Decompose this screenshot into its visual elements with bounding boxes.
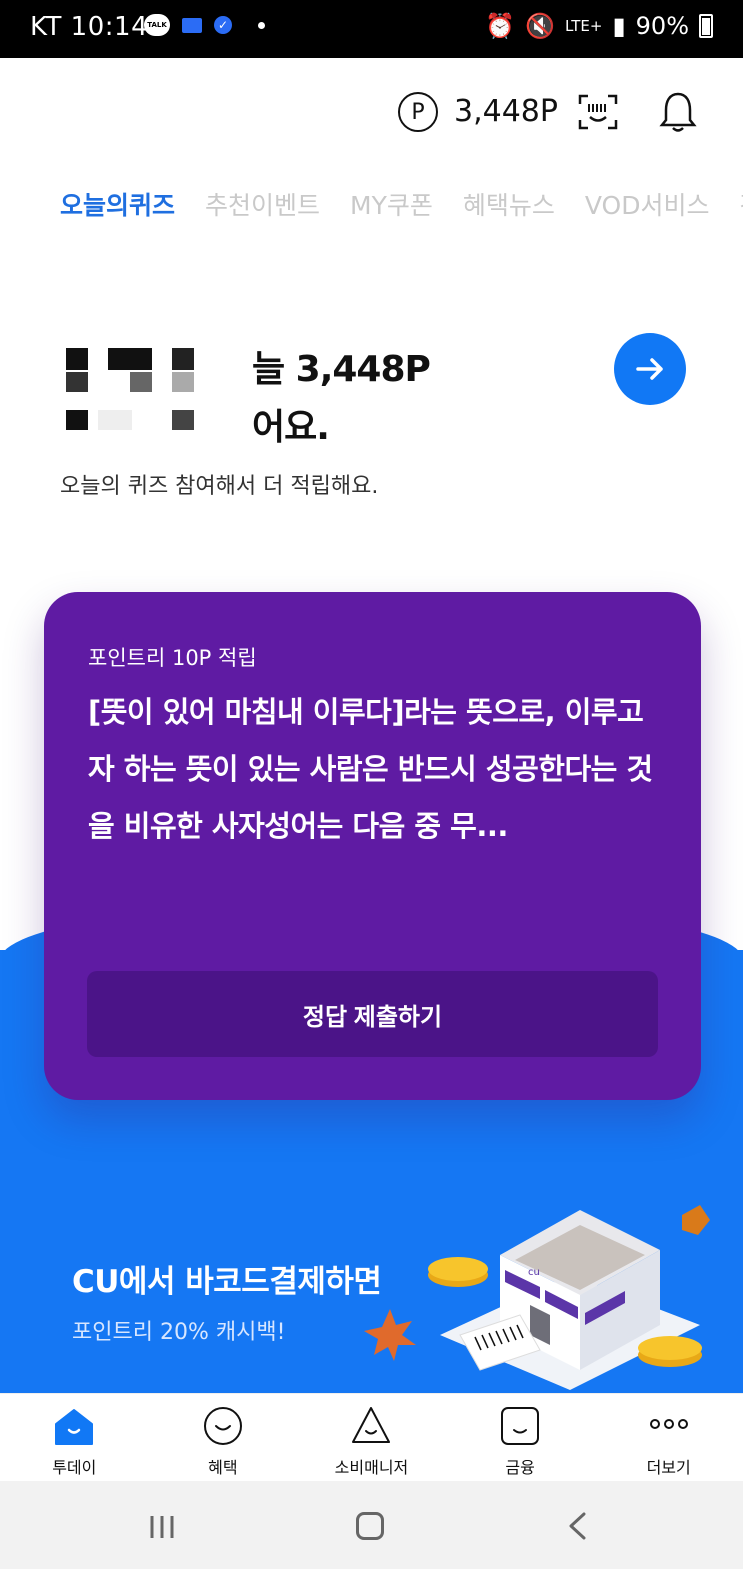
nav-label: 투데이 bbox=[52, 1458, 97, 1477]
redacted-name-mosaic bbox=[62, 338, 242, 438]
nav-today[interactable]: 투데이 bbox=[0, 1394, 149, 1481]
check-badge-icon: ✓ bbox=[214, 16, 232, 34]
summary-heading-line2: 어요. bbox=[252, 407, 330, 448]
recent-apps-icon[interactable] bbox=[148, 1514, 176, 1540]
vibrate-mute-icon: 🔇 bbox=[525, 12, 555, 40]
more-notifications-dot-icon bbox=[258, 21, 265, 29]
tab-today-quiz[interactable]: 오늘의퀴즈 bbox=[60, 186, 175, 222]
status-bar: KT 10:14 TALK ✓ ⏰ 🔇 LTE+ ▮ 90% bbox=[0, 0, 743, 58]
nav-benefit[interactable]: 혜택 bbox=[149, 1394, 298, 1481]
nav-label: 혜택 bbox=[208, 1458, 238, 1477]
maple-leaf-icon bbox=[364, 1309, 416, 1361]
summary-subtitle: 오늘의 퀴즈 참여해서 더 적립해요. bbox=[60, 474, 379, 499]
nav-label: 더보기 bbox=[646, 1458, 691, 1477]
smile-circle-icon bbox=[203, 1407, 242, 1445]
status-system-icons: ⏰ 🔇 LTE+ ▮ 90% bbox=[485, 12, 713, 40]
points-detail-arrow-button[interactable] bbox=[614, 333, 686, 405]
nav-label: 금융 bbox=[505, 1458, 535, 1477]
category-tabs: 오늘의퀴즈 추천이벤트 MY쿠폰 혜택뉴스 VOD서비스 간 bbox=[60, 186, 743, 222]
battery-icon bbox=[699, 14, 713, 38]
arrow-right-icon bbox=[636, 358, 663, 380]
quiz-reward-tag: 포인트리 10P 적립 bbox=[88, 646, 257, 670]
alarm-icon: ⏰ bbox=[485, 12, 516, 40]
barcode-scan-icon[interactable] bbox=[578, 94, 618, 130]
mail-icon bbox=[182, 17, 202, 33]
cu-store-illustration[interactable]: cu bbox=[420, 1195, 730, 1395]
signal-icon: ▮ bbox=[612, 12, 626, 40]
quiz-card: 포인트리 10P 적립 [뜻이 있어 마침내 이루다]라는 뜻으로, 이루고자 … bbox=[44, 592, 701, 1100]
status-carrier-time: KT 10:14 bbox=[30, 12, 149, 42]
nav-spending-manager[interactable]: 소비매니저 bbox=[297, 1394, 446, 1481]
square-face-icon bbox=[501, 1407, 540, 1445]
store-sign-label: cu bbox=[528, 1267, 540, 1278]
status-notification-icons: TALK ✓ bbox=[144, 14, 265, 36]
quiz-question[interactable]: [뜻이 있어 마침내 이루다]라는 뜻으로, 이루고자 하는 뜻이 있는 사람은… bbox=[88, 684, 668, 855]
nav-finance[interactable]: 금융 bbox=[446, 1394, 595, 1481]
bottom-navigation: 투데이 혜택 소비매니저 금융 더보기 bbox=[0, 1393, 743, 1481]
tab-my-coupon[interactable]: MY쿠폰 bbox=[350, 186, 433, 222]
kakaotalk-icon: TALK bbox=[144, 14, 170, 36]
home-face-icon bbox=[55, 1409, 94, 1445]
tab-recommended-event[interactable]: 추천이벤트 bbox=[205, 186, 320, 222]
battery-percent: 90% bbox=[635, 12, 689, 40]
summary-points-heading: 늘 3,448P bbox=[252, 349, 431, 390]
nav-label: 소비매니저 bbox=[334, 1458, 409, 1477]
home-button-icon[interactable] bbox=[356, 1512, 384, 1540]
notification-bell-icon[interactable] bbox=[658, 90, 698, 134]
point-symbol: P bbox=[411, 99, 425, 125]
back-icon[interactable] bbox=[566, 1511, 588, 1541]
more-dots-icon bbox=[649, 1419, 688, 1429]
point-balance[interactable]: 3,448P bbox=[454, 94, 558, 129]
nav-more[interactable]: 더보기 bbox=[594, 1394, 743, 1481]
banner-title[interactable]: CU에서 바코드결제하면 bbox=[72, 1256, 382, 1301]
banner-subtitle[interactable]: 포인트리 20% 캐시백! bbox=[72, 1314, 285, 1346]
triangle-face-icon bbox=[352, 1407, 391, 1443]
submit-answer-button[interactable]: 정답 제출하기 bbox=[87, 971, 658, 1057]
point-icon[interactable]: P bbox=[398, 92, 438, 132]
tab-benefit-news[interactable]: 혜택뉴스 bbox=[463, 186, 555, 222]
tab-vod-service[interactable]: VOD서비스 bbox=[585, 186, 710, 222]
network-icon: LTE+ bbox=[564, 17, 603, 35]
tab-more-cutoff[interactable]: 간 bbox=[739, 186, 743, 222]
